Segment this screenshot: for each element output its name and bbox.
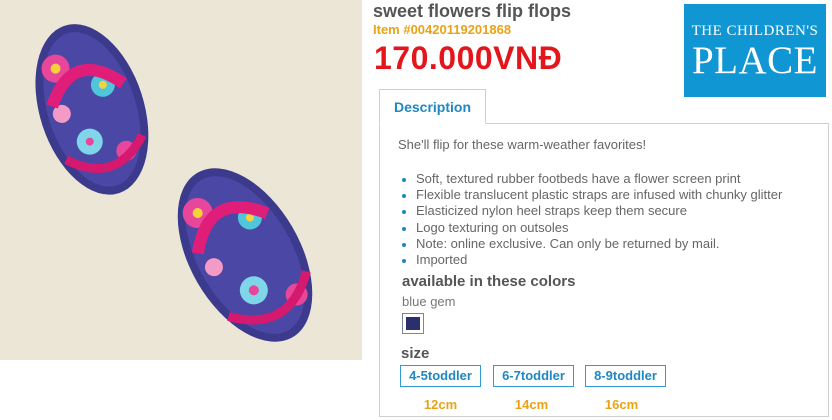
list-item: Imported xyxy=(398,252,782,268)
flip-flops-photo xyxy=(0,0,362,360)
product-title: sweet flowers flip flops xyxy=(373,1,572,21)
size-button-4-5toddler[interactable]: 4-5toddler xyxy=(400,365,481,387)
size-heading: size xyxy=(401,345,430,362)
list-item: Note: online exclusive. Can only be retu… xyxy=(398,236,782,252)
colors-heading: available in these colors xyxy=(402,273,576,290)
tab-description[interactable]: Description xyxy=(379,89,486,124)
product-price: 170.000VNĐ xyxy=(374,40,563,76)
selected-color-name: blue gem xyxy=(402,294,456,309)
size-button-8-9toddler[interactable]: 8-9toddler xyxy=(585,365,666,387)
list-item: Elasticized nylon heel straps keep them … xyxy=(398,203,782,219)
color-swatch-blue-gem[interactable] xyxy=(402,313,424,334)
size-button-6-7toddler[interactable]: 6-7toddler xyxy=(493,365,574,387)
color-swatch-fill xyxy=(406,317,420,330)
list-item: Soft, textured rubber footbeds have a fl… xyxy=(398,171,782,187)
description-intro: She'll flip for these warm-weather favor… xyxy=(398,137,647,152)
item-number: Item #00420119201868 xyxy=(373,22,512,37)
brand-logo-line2: PLACE xyxy=(691,39,818,82)
feature-list: Soft, textured rubber footbeds have a fl… xyxy=(398,171,782,268)
size-cm-label: 12cm xyxy=(423,397,458,412)
brand-logo[interactable]: THE CHILDREN'S PLACE xyxy=(684,4,826,97)
size-cm-label: 16cm xyxy=(604,397,639,412)
brand-logo-line1: THE CHILDREN'S xyxy=(691,23,819,39)
list-item: Flexible translucent plastic straps are … xyxy=(398,187,782,203)
list-item: Logo texturing on outsoles xyxy=(398,220,782,236)
product-image xyxy=(0,0,362,360)
size-cm-label: 14cm xyxy=(514,397,549,412)
